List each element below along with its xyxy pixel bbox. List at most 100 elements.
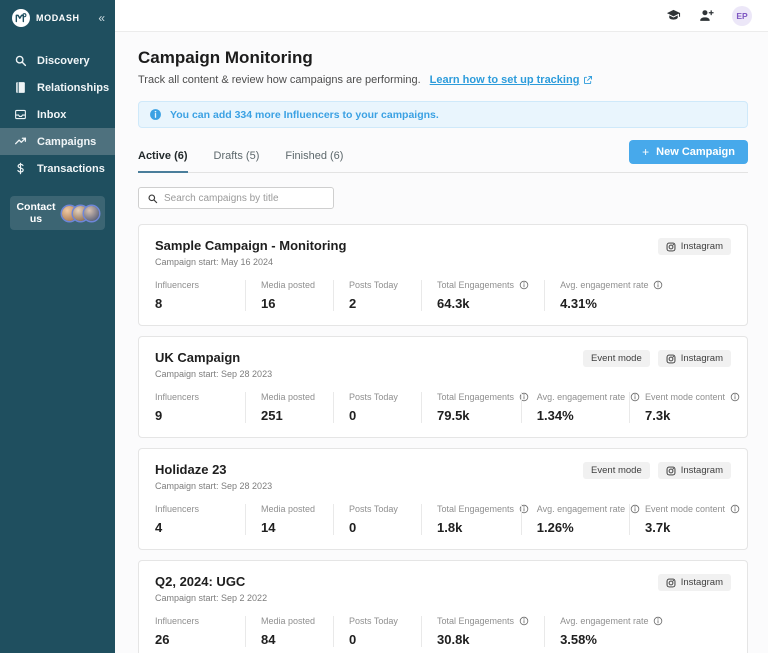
campaign-search[interactable] — [138, 187, 334, 209]
stat-label: Media posted — [261, 504, 315, 514]
stat-label: Influencers — [155, 392, 199, 402]
stat-value: 8 — [155, 296, 230, 311]
stat-value: 7.3k — [645, 408, 716, 423]
stat-label: Total Engagements — [437, 616, 514, 626]
user-avatar[interactable]: EP — [732, 6, 752, 26]
tab-drafts[interactable]: Drafts (5) — [214, 150, 260, 172]
stat-value: 3.7k — [645, 520, 716, 535]
sidebar-item-label: Relationships — [37, 82, 109, 94]
campaign-card[interactable]: Sample Campaign - Monitoring Campaign st… — [138, 224, 748, 326]
stat-media-posted: Media posted14 — [245, 504, 333, 535]
content-column: EP Campaign Monitoring Track all content… — [115, 0, 768, 653]
sidebar-item-label: Discovery — [37, 55, 90, 67]
stat-label: Total Engagements — [437, 392, 514, 402]
campaign-badges: Event modeInstagram — [583, 462, 731, 479]
stat-value: 251 — [261, 408, 318, 423]
chart-icon — [14, 135, 27, 148]
stat-label: Event mode content — [645, 504, 725, 514]
tabs-row: Active (6)Drafts (5)Finished (6) + New C… — [138, 144, 748, 173]
stat-value: 64.3k — [437, 296, 529, 311]
stat-value: 26 — [155, 632, 230, 647]
main-content: Campaign Monitoring Track all content & … — [115, 32, 768, 653]
sidebar-item-campaigns[interactable]: Campaigns — [0, 128, 115, 155]
badge-label: Instagram — [681, 577, 723, 588]
stat-posts-today: Posts Today0 — [333, 392, 421, 423]
tab-finished[interactable]: Finished (6) — [285, 150, 343, 172]
stat-total-engagements: Total Engagements 79.5k — [421, 392, 521, 423]
sidebar-item-label: Campaigns — [37, 136, 96, 148]
invite-user-icon[interactable] — [699, 8, 714, 23]
campaign-card-titles: Holidaze 23 Campaign start: Sep 28 2023 — [155, 462, 272, 491]
logo-row: MODASH « — [0, 0, 115, 35]
stat-label: Avg. engagement rate — [560, 280, 648, 290]
banner-text: You can add 334 more Influencers to your… — [170, 109, 439, 121]
instagram-badge: Instagram — [658, 238, 731, 255]
campaign-title: Sample Campaign - Monitoring — [155, 238, 346, 253]
stat-influencers: Influencers26 — [155, 616, 245, 647]
sidebar-collapse-icon[interactable]: « — [98, 12, 105, 24]
tabs: Active (6) Drafts (5) Finished (6) — [138, 150, 343, 172]
sidebar-item-discovery[interactable]: Discovery — [0, 47, 115, 74]
new-campaign-button[interactable]: + New Campaign — [629, 140, 748, 164]
search-input[interactable] — [164, 193, 325, 204]
stat-value: 1.8k — [437, 520, 506, 535]
sidebar-item-transactions[interactable]: Transactions — [0, 155, 115, 182]
instagram-badge: Instagram — [658, 574, 731, 591]
stat-media-posted: Media posted16 — [245, 280, 333, 311]
sidebar-item-label: Inbox — [37, 109, 66, 121]
instagram-icon — [666, 242, 676, 252]
modash-logo-icon — [12, 9, 30, 27]
stat-label: Avg. engagement rate — [560, 616, 648, 626]
stat-influencers: Influencers9 — [155, 392, 245, 423]
campaign-card-titles: Q2, 2024: UGC Campaign start: Sep 2 2022 — [155, 574, 267, 603]
stat-value: 84 — [261, 632, 318, 647]
instagram-icon — [666, 578, 676, 588]
sidebar-item-relationships[interactable]: Relationships — [0, 74, 115, 101]
stat-label: Total Engagements — [437, 280, 514, 290]
setup-tracking-link-label: Learn how to set up tracking — [430, 74, 580, 86]
campaign-start-date: Campaign start: Sep 28 2023 — [155, 481, 272, 491]
stat-total-engagements: Total Engagements1.8k — [421, 504, 521, 535]
setup-tracking-link[interactable]: Learn how to set up tracking — [430, 74, 594, 86]
info-icon[interactable] — [519, 280, 529, 290]
stat-label: Influencers — [155, 280, 199, 290]
stat-avg-engagement-rate: Avg. engagement rate3.58% — [544, 616, 678, 647]
page-title: Campaign Monitoring — [138, 48, 748, 68]
sidebar-item-label: Transactions — [37, 163, 105, 175]
campaign-start-date: Campaign start: Sep 28 2023 — [155, 369, 272, 379]
stat-value: 79.5k — [437, 408, 506, 423]
stat-label: Posts Today — [349, 504, 398, 514]
stat-influencers: Influencers4 — [155, 504, 245, 535]
stat-value: 0 — [349, 632, 406, 647]
info-icon[interactable] — [730, 504, 740, 514]
campaign-card[interactable]: UK Campaign Campaign start: Sep 28 2023 … — [138, 336, 748, 438]
contact-us-label: Contact us — [16, 201, 56, 225]
info-icon[interactable] — [653, 616, 663, 626]
stat-media-posted: Media posted84 — [245, 616, 333, 647]
campaign-title: Q2, 2024: UGC — [155, 574, 267, 589]
topbar: EP — [115, 0, 768, 32]
stat-value: 1.34% — [537, 408, 614, 423]
stat-value: 0 — [349, 520, 406, 535]
academy-icon[interactable] — [666, 8, 681, 23]
info-icon[interactable] — [519, 616, 529, 626]
sidebar-item-inbox[interactable]: Inbox — [0, 101, 115, 128]
campaign-card-header: Holidaze 23 Campaign start: Sep 28 2023 … — [155, 462, 731, 491]
campaign-stats: Influencers26Media posted84Posts Today0T… — [155, 616, 731, 647]
support-avatar — [84, 206, 99, 221]
external-link-icon — [583, 75, 593, 85]
info-icon[interactable] — [653, 280, 663, 290]
sidebar: MODASH « Discovery Relationships Inbox Camp… — [0, 0, 115, 653]
tab-active[interactable]: Active (6) — [138, 150, 188, 173]
campaign-card[interactable]: Holidaze 23 Campaign start: Sep 28 2023 … — [138, 448, 748, 550]
badge-label: Event mode — [591, 353, 642, 364]
stat-posts-today: Posts Today 0 — [333, 504, 421, 535]
search-icon — [14, 54, 27, 67]
stat-label: Posts Today — [349, 280, 398, 290]
contact-wrap: Contact us — [0, 182, 115, 230]
stat-total-engagements: Total Engagements30.8k — [421, 616, 544, 647]
contact-us-button[interactable]: Contact us — [10, 196, 105, 230]
campaign-card[interactable]: Q2, 2024: UGC Campaign start: Sep 2 2022… — [138, 560, 748, 653]
info-icon[interactable] — [730, 392, 740, 402]
badge-label: Instagram — [681, 465, 723, 476]
